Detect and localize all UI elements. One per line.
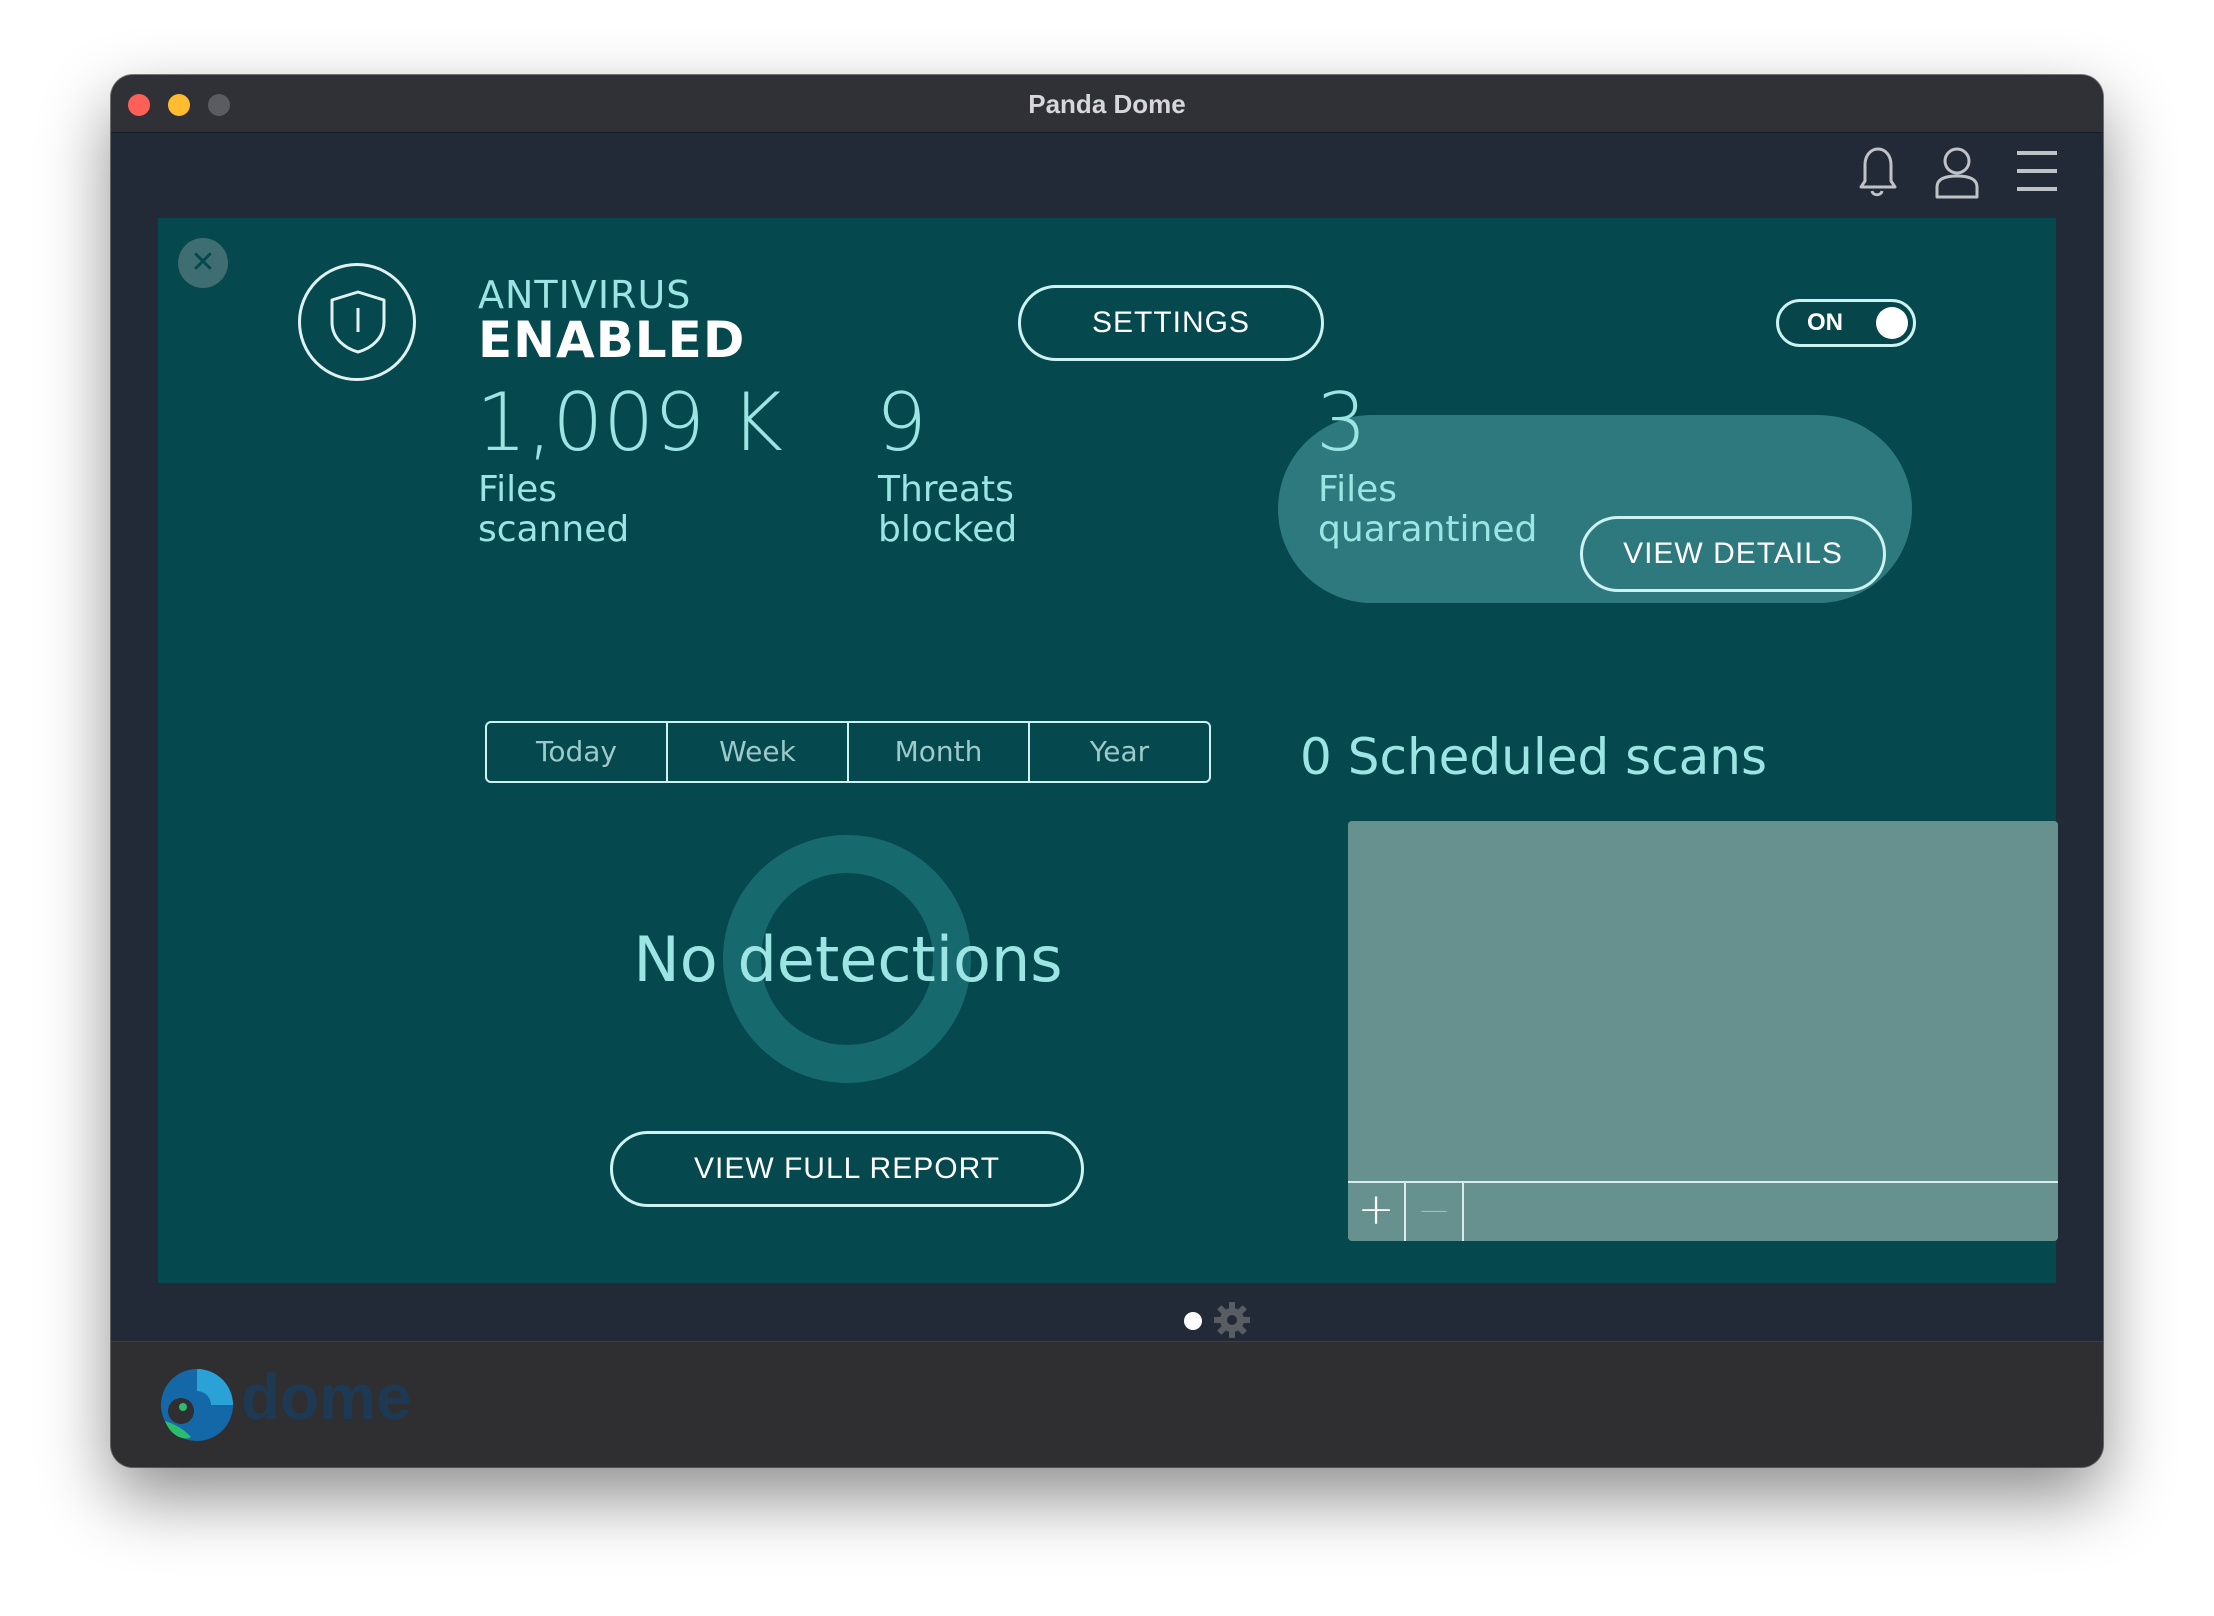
antivirus-status: ENABLED (478, 311, 746, 369)
view-details-button[interactable]: VIEW DETAILS (1580, 516, 1886, 592)
files-scanned-label: Files scanned (478, 469, 630, 550)
bell-icon[interactable] (1851, 143, 1903, 203)
app-window: Panda Dome ✕ ANTIVIRUS ENABLED SETTINGS … (111, 75, 2103, 1467)
shield-icon (298, 263, 416, 381)
scheduled-scans-label: Scheduled scans (1347, 728, 1768, 786)
close-panel-button[interactable]: ✕ (178, 238, 228, 288)
menu-icon[interactable] (2011, 143, 2063, 203)
page-indicator-dot[interactable] (1184, 1312, 1202, 1330)
window-title: Panda Dome (1028, 89, 1186, 119)
bottom-bar: dome (111, 1341, 2103, 1467)
period-tab-year[interactable]: Year (1030, 723, 1209, 781)
threats-blocked-label: Threats blocked (878, 469, 1018, 550)
scheduled-scans-title: 0 Scheduled scans (1300, 728, 1767, 786)
no-detections-text: No detections (633, 923, 1063, 996)
scheduled-scans-count: 0 (1300, 728, 1332, 786)
scheduled-scans-toolbar: + — (1348, 1181, 2058, 1241)
toggle-label: ON (1807, 309, 1843, 336)
gear-icon[interactable] (1211, 1299, 1253, 1341)
files-quarantined-value: 3 (1316, 376, 1367, 469)
files-quarantined-label: Files quarantined (1318, 469, 1538, 550)
period-selector: Today Week Month Year (485, 721, 1211, 783)
period-tab-week[interactable]: Week (668, 723, 849, 781)
files-scanned-value: 1,009 K (476, 376, 783, 469)
period-tab-month[interactable]: Month (849, 723, 1030, 781)
period-tab-today[interactable]: Today (487, 723, 668, 781)
panda-logo-icon (161, 1369, 233, 1441)
antivirus-panel: ✕ ANTIVIRUS ENABLED SETTINGS ON 1,009 K … (158, 218, 2058, 1283)
remove-scan-button[interactable]: — (1406, 1183, 1464, 1241)
scheduled-scans-list[interactable]: + — (1348, 821, 2058, 1241)
view-full-report-button[interactable]: VIEW FULL REPORT (610, 1131, 1084, 1207)
antivirus-toggle[interactable]: ON (1776, 299, 1916, 347)
toggle-knob (1876, 307, 1908, 339)
brand-wordmark: dome (241, 1361, 412, 1433)
threats-blocked-value: 9 (876, 376, 927, 469)
title-bar: Panda Dome (111, 75, 2103, 133)
settings-button[interactable]: SETTINGS (1018, 285, 1324, 361)
user-icon[interactable] (1931, 143, 1983, 203)
add-scan-button[interactable]: + (1348, 1183, 1406, 1241)
